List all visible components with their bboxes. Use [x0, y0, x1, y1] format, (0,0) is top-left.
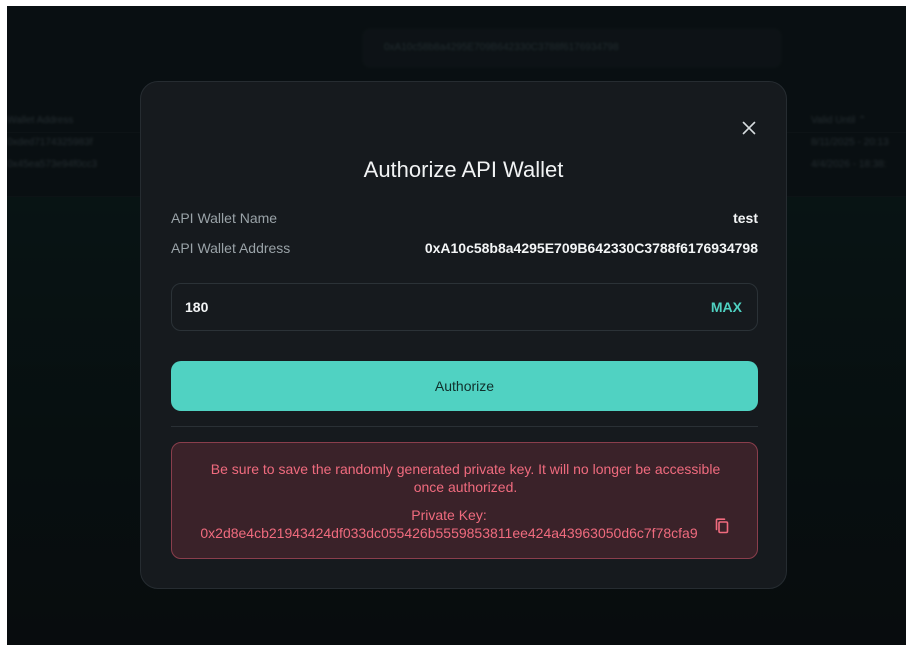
validity-input[interactable] [185, 299, 585, 315]
authorize-api-wallet-modal: Authorize API Wallet API Wallet Name tes… [140, 81, 787, 589]
copy-private-key-button[interactable] [712, 516, 732, 536]
close-icon [742, 121, 756, 135]
copy-icon [715, 518, 729, 534]
max-button[interactable]: MAX [711, 299, 742, 315]
modal-title: Authorize API Wallet [363, 157, 564, 182]
wallet-name-label: API Wallet Name [171, 210, 278, 226]
private-key-value: Private Key: 0x2d8e4cb21943424df033dc055… [200, 507, 698, 541]
close-button[interactable] [733, 112, 765, 144]
validity-input-container[interactable]: MAX [171, 283, 758, 331]
wallet-address-value: 0xA10c58b8a4295E709B642330C3788f61769347… [424, 240, 758, 256]
warning-message: Be sure to save the randomly generated p… [210, 461, 721, 495]
wallet-name-row: API Wallet Name test [171, 210, 758, 226]
authorize-button[interactable]: Authorize [171, 361, 758, 411]
divider [171, 426, 758, 427]
private-key-warning: Be sure to save the randomly generated p… [171, 442, 758, 559]
wallet-address-label: API Wallet Address [171, 240, 291, 256]
wallet-address-row: API Wallet Address 0xA10c58b8a4295E709B6… [171, 240, 758, 256]
app-window: 0xA10c58b8a4295E709B642330C3788f61769347… [7, 6, 906, 645]
wallet-name-value: test [733, 210, 758, 226]
